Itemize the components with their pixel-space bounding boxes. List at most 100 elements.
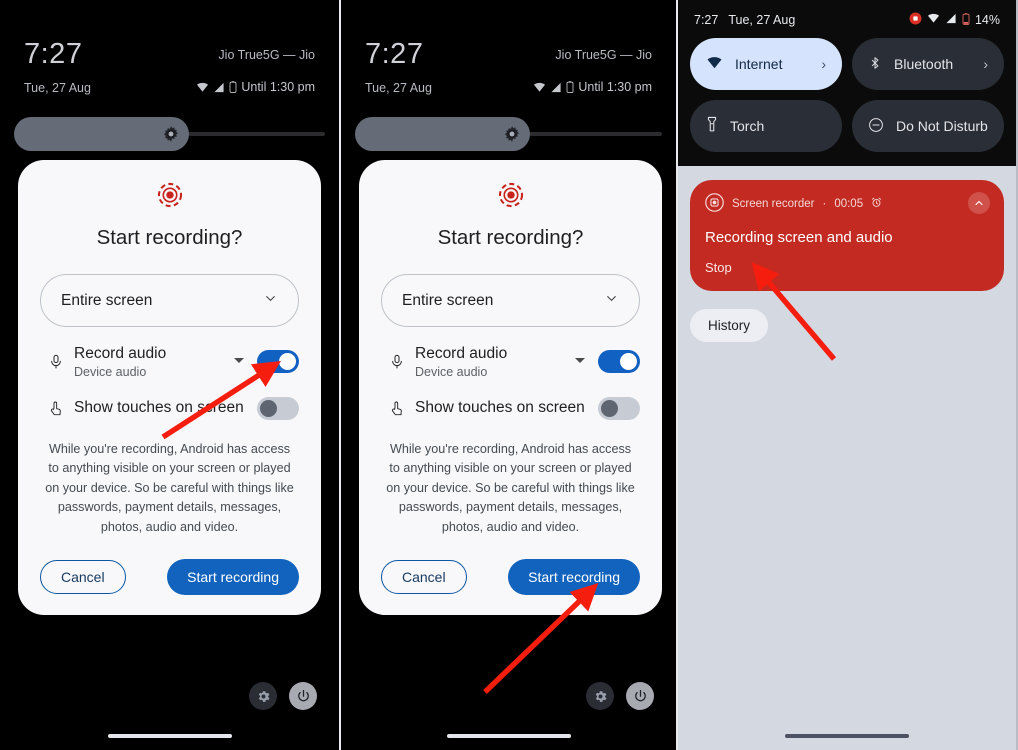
microphone-icon — [40, 353, 72, 371]
brightness-slider-1[interactable] — [14, 117, 325, 151]
battery-icon — [962, 12, 970, 28]
record-audio-sub: Device audio — [74, 364, 147, 379]
notification-app-name: Screen recorder — [732, 198, 815, 210]
notification-title: Recording screen and audio — [705, 229, 893, 246]
cancel-button[interactable]: Cancel — [40, 560, 126, 595]
record-audio-dropdown-icon[interactable] — [574, 353, 586, 371]
record-audio-label: Record audio — [415, 345, 508, 362]
dialog-actions-1: Cancel Start recording — [40, 559, 299, 596]
tile-dnd-label: Do Not Disturb — [896, 118, 988, 134]
navigation-pill-2[interactable] — [446, 734, 571, 738]
recording-scope-select[interactable]: Entire screen — [40, 274, 299, 327]
screen-record-icon — [40, 182, 299, 208]
screen-record-icon — [381, 182, 640, 208]
dialog-title: Start recording? — [437, 226, 584, 249]
gear-icon[interactable] — [586, 682, 614, 710]
carrier-label: Jio True5G — Jio — [218, 48, 315, 62]
shade-bottom-buttons-2 — [586, 682, 654, 710]
notification-stop-action[interactable]: Stop — [705, 260, 989, 275]
phone-panel-1: 7:27 Tue, 27 Aug Jio True5G — Jio Until … — [0, 0, 339, 750]
start-recording-dialog-1: Start recording? Entire screen Record au… — [18, 160, 321, 616]
brightness-slider-2[interactable] — [355, 117, 662, 151]
shade-bottom-buttons-1 — [249, 682, 317, 710]
record-audio-sub: Device audio — [415, 364, 488, 379]
show-touches-row[interactable]: Show touches on screen — [40, 396, 299, 420]
wifi-icon — [706, 56, 723, 73]
history-chip[interactable]: History — [690, 309, 769, 342]
record-audio-text: Record audio Device audio — [72, 345, 233, 379]
record-audio-dropdown-icon[interactable] — [233, 353, 245, 371]
brightness-icon — [503, 125, 521, 143]
navigation-pill-1[interactable] — [107, 734, 232, 738]
navigation-pill-3[interactable] — [785, 734, 909, 738]
status-bar-left: 7:27 Tue, 27 Aug — [694, 13, 795, 27]
record-audio-text: Record audio Device audio — [413, 345, 574, 379]
brightness-icon — [162, 125, 180, 143]
quick-settings-tiles: Internet › Bluetooth › Torch Do Not Dist… — [690, 38, 1004, 152]
chevron-right-icon[interactable]: › — [983, 56, 988, 72]
quick-settings-header-1: 7:27 Tue, 27 Aug Jio True5G — Jio Until … — [0, 0, 339, 151]
gear-icon[interactable] — [249, 682, 277, 710]
tile-bluetooth-label: Bluetooth — [894, 56, 954, 72]
dialog-title: Start recording? — [96, 226, 243, 249]
power-icon[interactable] — [289, 682, 317, 710]
tile-do-not-disturb[interactable]: Do Not Disturb — [852, 100, 1004, 152]
chevron-right-icon[interactable]: › — [821, 56, 826, 72]
tile-internet-label: Internet — [735, 56, 783, 72]
notification-header: Screen recorder · 00:05 — [705, 193, 989, 215]
status-date: Tue, 27 Aug — [728, 13, 796, 27]
start-recording-button[interactable]: Start recording — [167, 559, 299, 596]
start-recording-dialog-2: Start recording? Entire screen Record au… — [359, 160, 662, 616]
carrier-label: Jio True5G — Jio — [555, 48, 652, 62]
quick-settings-tiles-area: Internet › Bluetooth › Torch Do Not Dist… — [678, 28, 1016, 166]
quick-settings-header-2: 7:27 Tue, 27 Aug Jio True5G — Jio Until … — [341, 0, 676, 151]
cancel-button[interactable]: Cancel — [381, 560, 467, 595]
notification-timer: 00:05 — [834, 198, 864, 210]
status-icons-1: Until 1:30 pm — [196, 80, 315, 94]
wifi-icon — [196, 82, 209, 93]
dialog-actions-2: Cancel Start recording — [381, 559, 640, 596]
bluetooth-icon — [868, 55, 882, 74]
signal-icon — [213, 82, 225, 93]
power-icon[interactable] — [626, 682, 654, 710]
touch-icon — [381, 399, 413, 417]
tile-bluetooth[interactable]: Bluetooth › — [852, 38, 1004, 90]
screen-record-status-icon — [909, 12, 922, 28]
battery-percent-label: 14% — [974, 13, 1000, 27]
microphone-icon — [381, 353, 413, 371]
status-bar-right: 14% — [909, 12, 1000, 28]
battery-icon — [229, 81, 237, 93]
chevron-up-icon[interactable] — [968, 192, 990, 214]
do-not-disturb-icon — [868, 117, 884, 136]
show-touches-toggle[interactable] — [257, 396, 299, 420]
recording-disclaimer: While you're recording, Android has acce… — [45, 441, 294, 534]
battery-until-label: Until 1:30 pm — [578, 80, 652, 94]
signal-icon — [550, 82, 562, 93]
notification-separator: · — [822, 198, 827, 210]
recording-disclaimer: While you're recording, Android has acce… — [386, 441, 635, 534]
recording-scope-value: Entire screen — [402, 291, 494, 309]
show-touches-label: Show touches on screen — [74, 399, 244, 417]
status-icons-2: Until 1:30 pm — [533, 80, 652, 94]
start-recording-button[interactable]: Start recording — [508, 559, 640, 596]
record-audio-toggle[interactable] — [257, 350, 299, 374]
record-audio-label: Record audio — [74, 345, 167, 362]
recording-scope-select[interactable]: Entire screen — [381, 274, 640, 327]
screen-record-icon — [705, 193, 724, 215]
battery-until-label: Until 1:30 pm — [241, 80, 315, 94]
phone-panel-3: 7:27 Tue, 27 Aug 14% Internet › Bluetoot… — [678, 0, 1016, 750]
show-touches-row[interactable]: Show touches on screen — [381, 396, 640, 420]
wifi-icon — [927, 13, 940, 27]
alarm-icon — [871, 197, 882, 211]
tile-torch[interactable]: Torch — [690, 100, 842, 152]
screen-recorder-notification[interactable]: Screen recorder · 00:05 Recording screen… — [690, 180, 1004, 291]
record-audio-row[interactable]: Record audio Device audio — [381, 345, 640, 379]
show-touches-toggle[interactable] — [598, 396, 640, 420]
phone-panel-2: 7:27 Tue, 27 Aug Jio True5G — Jio Until … — [339, 0, 678, 750]
tile-internet[interactable]: Internet › — [690, 38, 842, 90]
touch-icon — [40, 399, 72, 417]
recording-scope-value: Entire screen — [61, 291, 153, 309]
record-audio-toggle[interactable] — [598, 350, 640, 374]
signal-icon — [945, 13, 957, 27]
record-audio-row[interactable]: Record audio Device audio — [40, 345, 299, 379]
